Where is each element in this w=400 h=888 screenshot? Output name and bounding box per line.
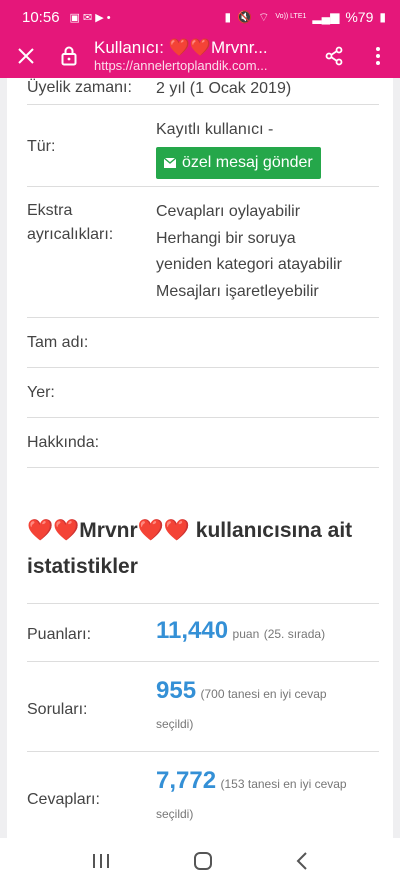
mute-icon: 🔇 [237,10,253,24]
lock-button[interactable] [52,34,86,78]
answers-note-2: seçildi) [156,807,194,821]
type-value-wrap: Kayıtlı kullanıcı - özel mesaj gönder [156,117,321,179]
more-menu-button[interactable] [356,34,400,78]
notification-icon: ▣ ✉ ▶ • [69,11,111,24]
type-value: Kayıtlı kullanıcı - [156,121,274,138]
android-nav-bar [0,838,400,888]
url-block[interactable]: Kullanıcı: ❤️❤️Mrvnr... https://annelert… [86,38,312,74]
signal-icon: ▂▄▆ [312,10,340,24]
more-vertical-icon [376,47,380,65]
stats-card: ❤️❤️Mrvnr❤️❤️ kullanıcısına ait istatist… [7,493,393,838]
close-icon [18,48,34,64]
page-title: Kullanıcı: ❤️❤️Mrvnr... [94,38,268,57]
answers-note: (153 tanesi en iyi cevap [220,777,347,791]
url-text: https://annelertoplandik.com... [94,58,268,73]
recents-button[interactable] [91,852,111,875]
private-message-label: özel mesaj gönder [182,153,313,171]
hearts-post: ❤️❤️ [137,519,190,542]
row-location: Yer: [27,368,379,418]
extra-value: yeniden kategori atayabilir [156,256,342,273]
points-unit: puan [232,627,260,641]
page-content[interactable]: Üyelik zamanı: 2 yıl (1 Ocak 2019) Tür: … [0,78,400,838]
about-label: Hakkında: [27,434,100,451]
questions-wrap: 955 (700 tanesi en iyi cevap seçildi) [156,676,327,739]
extra-values: Cevapları oylayabilir Herhangi bir soruy… [156,199,342,305]
share-icon [325,46,343,66]
battery-percent: %79 [345,9,374,25]
sim-icon: ▮ [224,10,232,24]
row-points: Puanları: 11,440 puan (25. sırada) [27,603,379,662]
points-wrap: 11,440 puan (25. sırada) [156,617,326,648]
row-about: Hakkında: [27,418,379,468]
row-extra-privileges: Ekstra ayrıcalıkları: Cevapları oylayabil… [27,187,379,318]
stats-title-suffix: kullanıcısına ait [189,519,353,542]
close-button[interactable] [0,34,52,78]
answers-wrap: 7,772 (153 tanesi en iyi cevap seçildi) [156,766,347,829]
browser-toolbar: Kullanıcı: ❤️❤️Mrvnr... https://annelert… [0,34,400,78]
stats-username: Mrvnr [79,519,138,542]
member-since-value: 2 yıl (1 Ocak 2019) [156,80,292,97]
extra-value: Herhangi bir soruya [156,229,296,247]
points-label: Puanları: [27,626,92,643]
row-type: Tür: Kayıtlı kullanıcı - özel mesaj gönd… [27,105,379,187]
recents-icon [93,853,109,868]
questions-label: Soruları: [27,701,88,718]
questions-note: (700 tanesi en iyi cevap [200,687,327,701]
answers-label: Cevapları: [27,791,100,808]
extra-label: Ekstra ayrıcalıkları: [27,202,114,243]
fullname-label: Tam adı: [27,334,89,351]
home-button[interactable] [193,851,213,876]
network-label: Vo)) LTE1 [275,13,307,20]
location-label: Yer: [27,384,55,401]
status-time: 10:56 [22,8,60,26]
points-value: 11,440 [156,617,229,644]
wifi-icon: ⌔ [258,9,270,24]
row-member-since: Üyelik zamanı: 2 yıl (1 Ocak 2019) [27,78,379,105]
type-label: Tür: [27,138,56,155]
status-bar: 10:56 ▣ ✉ ▶ • ▮ 🔇 ⌔ Vo)) LTE1 ▂▄▆ %79 ▮ [0,0,400,34]
back-button[interactable] [295,851,309,876]
questions-value: 955 [156,677,197,704]
profile-card: Üyelik zamanı: 2 yıl (1 Ocak 2019) Tür: … [7,78,393,560]
back-icon [296,851,307,870]
hearts-pre: ❤️❤️ [27,519,80,542]
extra-value: Mesajları işaretleyebilir [156,282,319,300]
member-since-label: Üyelik zamanı: [27,79,132,96]
answers-value: 7,772 [156,767,217,794]
questions-note-2: seçildi) [156,717,194,731]
share-button[interactable] [312,34,356,78]
stats-title: ❤️❤️Mrvnr❤️❤️ kullanıcısına ait istatist… [27,513,377,585]
home-icon [194,851,212,870]
stats-title-line2: istatistikler [27,555,138,578]
private-message-button[interactable]: özel mesaj gönder [156,146,321,179]
row-fullname: Tam adı: [27,318,379,368]
row-questions: Soruları: 955 (700 tanesi en iyi cevap s… [27,662,379,752]
lock-icon [61,46,77,66]
extra-value: Cevapları oylayabilir [156,203,301,220]
points-rank: (25. sırada) [263,627,326,641]
envelope-icon [164,157,176,168]
battery-icon: ▮ [379,10,386,24]
row-answers: Cevapları: 7,772 (153 tanesi en iyi ceva… [27,752,379,838]
